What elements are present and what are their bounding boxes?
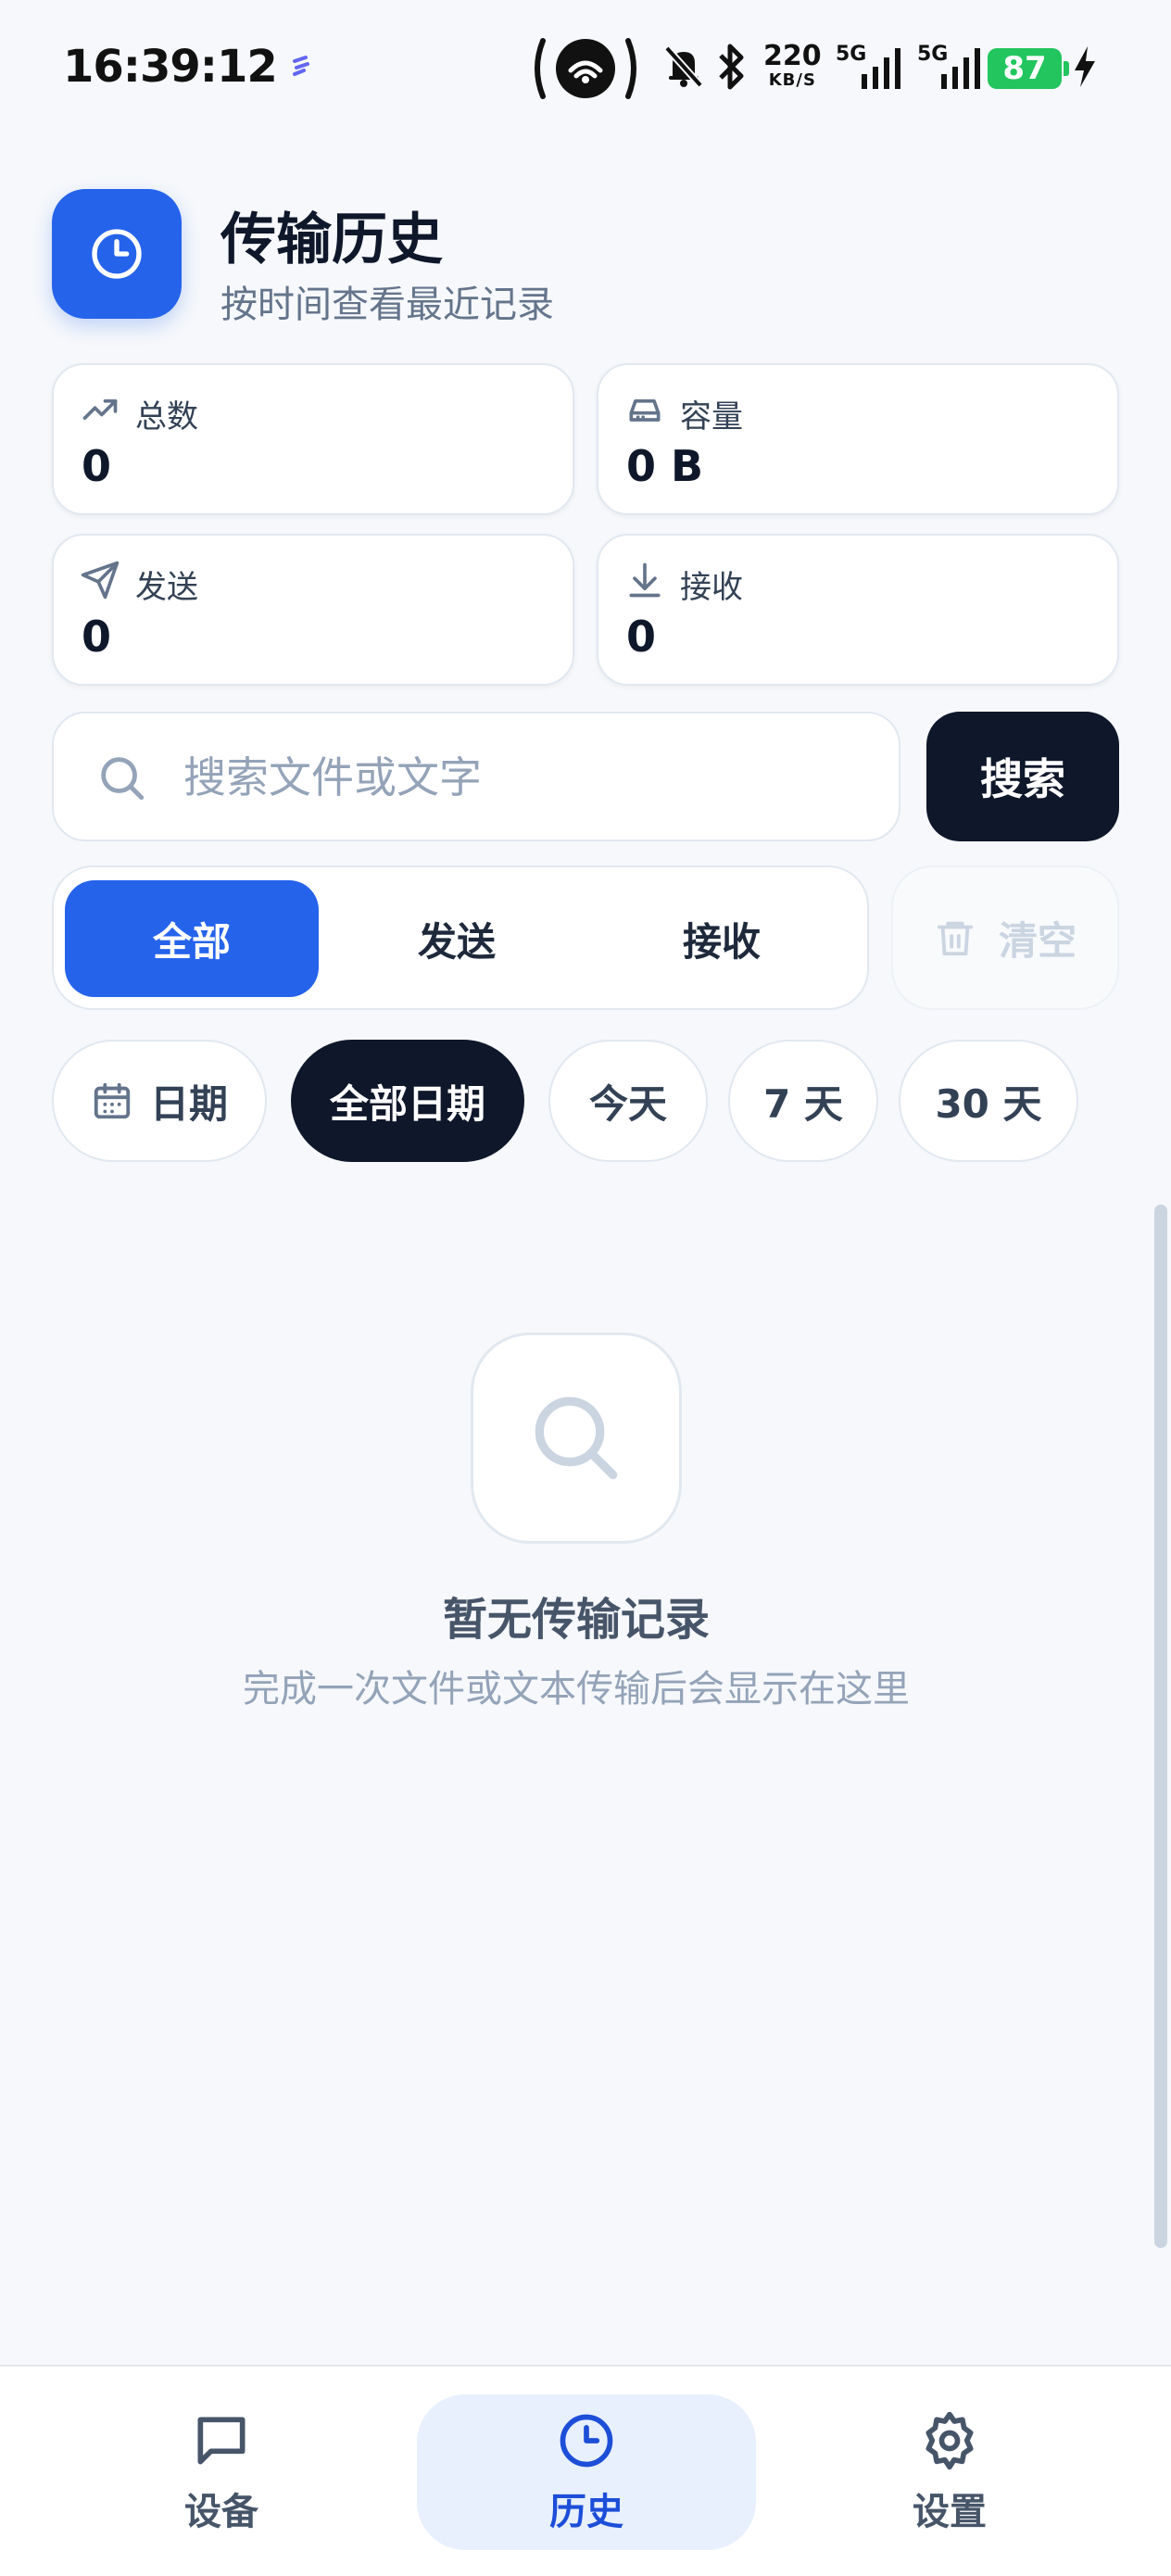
stat-card-sent: 发送 0 <box>52 534 574 686</box>
status-time: 16:39:12 <box>63 41 278 93</box>
stat-label: 发送 <box>135 569 198 606</box>
signal-strength-icon: 5G <box>836 43 902 91</box>
network-speed: 220 KB/S <box>763 40 822 91</box>
calendar-icon <box>94 1082 131 1119</box>
clear-button[interactable]: 清空 <box>891 865 1119 1010</box>
hard-drive-icon <box>629 399 661 422</box>
date-chip-7-days[interactable]: 7 天 <box>728 1040 878 1162</box>
tab-all[interactable]: 全部 <box>65 880 319 997</box>
message-square-icon <box>197 2417 246 2465</box>
tab-sent[interactable]: 发送 <box>330 880 584 997</box>
trash-icon <box>937 921 974 956</box>
stat-label: 容量 <box>680 398 743 436</box>
nav-item-history[interactable]: 历史 <box>417 2394 756 2550</box>
nav-label: 历史 <box>549 2491 623 2533</box>
empty-state-title: 暂无传输记录 <box>442 1594 710 1646</box>
bottom-navigation: 设备 历史 设置 <box>0 2365 1171 2576</box>
date-chip-30-days[interactable]: 30 天 <box>899 1040 1078 1162</box>
stat-card-received: 接收 0 <box>597 534 1119 686</box>
stat-card-capacity: 容量 0 B <box>597 363 1119 515</box>
charging-icon <box>1071 44 1099 89</box>
empty-state-subtitle: 完成一次文件或文本传输后会显示在这里 <box>243 1668 910 1711</box>
direction-filter: 全部 发送 接收 <box>52 865 869 1010</box>
clear-button-label: 清空 <box>998 917 1077 964</box>
gear-icon <box>925 2411 974 2470</box>
battery-indicator: 87 <box>988 48 1069 89</box>
stat-value: 0 <box>82 441 112 491</box>
trending-up-icon <box>82 399 118 420</box>
mute-bell-icon <box>663 44 704 89</box>
empty-state-icon <box>471 1332 682 1544</box>
send-icon <box>81 561 120 600</box>
stat-value: 0 <box>82 612 112 662</box>
date-chip-label: 日期 <box>149 1080 228 1127</box>
app-notification-icon <box>289 54 313 82</box>
page-title: 传输历史 <box>220 208 443 272</box>
search-input[interactable] <box>183 745 869 810</box>
hotspot-icon <box>532 35 639 102</box>
scrollbar[interactable] <box>1154 1205 1167 2248</box>
search-button[interactable]: 搜索 <box>926 712 1119 841</box>
date-chip-all-dates[interactable]: 全部日期 <box>291 1040 524 1162</box>
page-subtitle: 按时间查看最近记录 <box>220 284 554 326</box>
clock-icon <box>560 2414 613 2468</box>
stat-label: 总数 <box>135 398 198 436</box>
status-bar: 16:39:12 220 KB/S 5G 5G 87 <box>0 0 1171 139</box>
nav-label: 设置 <box>913 2491 987 2533</box>
search-icon <box>101 757 145 801</box>
signal-strength-icon-2: 5G <box>917 43 984 91</box>
nav-label: 设备 <box>184 2491 258 2533</box>
date-chip-today[interactable]: 今天 <box>548 1040 708 1162</box>
search-box <box>52 712 900 841</box>
stat-value: 0 B <box>626 441 704 491</box>
stat-label: 接收 <box>680 569 743 606</box>
search-icon <box>535 1396 618 1480</box>
nav-item-settings[interactable]: 设置 <box>780 2394 1119 2550</box>
nav-item-devices[interactable]: 设备 <box>52 2394 391 2550</box>
download-icon <box>629 562 661 598</box>
tab-received[interactable]: 接收 <box>595 880 849 997</box>
history-app-icon <box>52 189 182 319</box>
clock-icon <box>92 229 142 279</box>
bluetooth-icon <box>717 43 747 91</box>
stat-card-total: 总数 0 <box>52 363 574 515</box>
stat-value: 0 <box>626 612 657 662</box>
date-picker-chip[interactable]: 日期 <box>52 1040 267 1162</box>
